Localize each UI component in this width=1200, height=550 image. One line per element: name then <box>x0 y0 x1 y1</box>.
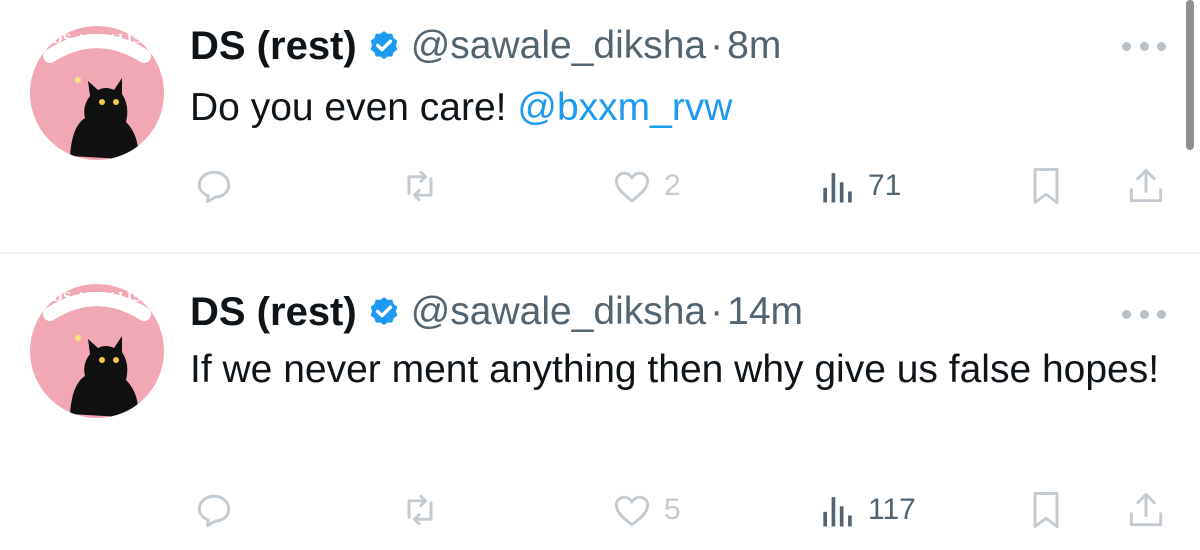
share-icon <box>1129 492 1163 527</box>
reply-button[interactable] <box>192 162 236 210</box>
verified-badge-icon <box>370 297 398 326</box>
bookmark-button[interactable] <box>1026 486 1066 534</box>
views-button[interactable]: 71 <box>818 162 901 210</box>
bookmark-icon <box>1033 492 1059 528</box>
cat-silhouette-icon <box>43 34 151 160</box>
separator-dot: · <box>710 290 724 333</box>
user-handle[interactable]: @sawale_diksha <box>411 290 706 334</box>
like-button[interactable]: 5 <box>610 486 681 534</box>
tweet[interactable]: DS AURALIS DS (rest) @sawale_diksha · 14… <box>0 256 1200 550</box>
tweet-header: DS (rest) @sawale_diksha · 8m <box>190 18 781 74</box>
heart-icon <box>614 171 650 203</box>
heart-icon <box>614 495 650 527</box>
retweet-icon <box>407 494 433 526</box>
timestamp[interactable]: 8m <box>727 24 781 68</box>
timestamp[interactable]: 14m <box>727 290 803 334</box>
display-name[interactable]: DS (rest) <box>190 290 357 335</box>
views-icon <box>823 173 852 203</box>
avatar-text: DS AURALIS <box>51 32 143 46</box>
tweet-feed: DS AURALIS DS (rest) @sawale_diksha · 8m… <box>0 0 1200 550</box>
view-count: 117 <box>868 493 916 526</box>
avatar[interactable]: DS AURALIS <box>30 26 164 160</box>
retweet-button[interactable] <box>398 486 442 534</box>
action-bar: 2 71 <box>0 162 1200 210</box>
separator-dot: · <box>710 24 724 67</box>
bookmark-button[interactable] <box>1026 162 1066 210</box>
tweet-header: DS (rest) @sawale_diksha · 14m <box>190 284 803 340</box>
verified-badge-icon <box>370 31 398 60</box>
tweet-text: If we never ment anything then why give … <box>190 348 1160 391</box>
share-button[interactable] <box>1124 162 1168 210</box>
share-button[interactable] <box>1124 486 1168 534</box>
views-icon <box>823 497 852 527</box>
like-count: 2 <box>664 169 681 202</box>
mention-link[interactable]: @bxxm_rvw <box>517 86 732 129</box>
more-icon[interactable] <box>1122 40 1166 52</box>
like-button[interactable]: 2 <box>610 162 681 210</box>
avatar[interactable]: DS AURALIS <box>30 284 164 418</box>
like-count: 5 <box>664 493 681 526</box>
tweet-divider <box>0 252 1200 254</box>
view-count: 71 <box>868 169 902 202</box>
reply-icon <box>197 494 231 528</box>
retweet-button[interactable] <box>398 162 442 210</box>
bookmark-icon <box>1033 168 1059 204</box>
display-name[interactable]: DS (rest) <box>190 24 357 69</box>
reply-button[interactable] <box>192 486 236 534</box>
views-button[interactable]: 117 <box>818 486 916 534</box>
more-icon[interactable] <box>1122 308 1166 320</box>
tweet[interactable]: DS AURALIS DS (rest) @sawale_diksha · 8m… <box>0 0 1200 252</box>
reply-icon <box>197 170 231 204</box>
retweet-icon <box>407 170 433 202</box>
tweet-text: Do you even care! @bxxm_rvw <box>190 80 1180 136</box>
user-handle[interactable]: @sawale_diksha <box>411 24 706 68</box>
share-icon <box>1129 168 1163 203</box>
cat-silhouette-icon <box>43 292 151 418</box>
tweet-body: Do you even care! <box>190 86 518 129</box>
avatar-text: DS AURALIS <box>51 290 143 304</box>
action-bar: 5 117 <box>0 486 1200 534</box>
